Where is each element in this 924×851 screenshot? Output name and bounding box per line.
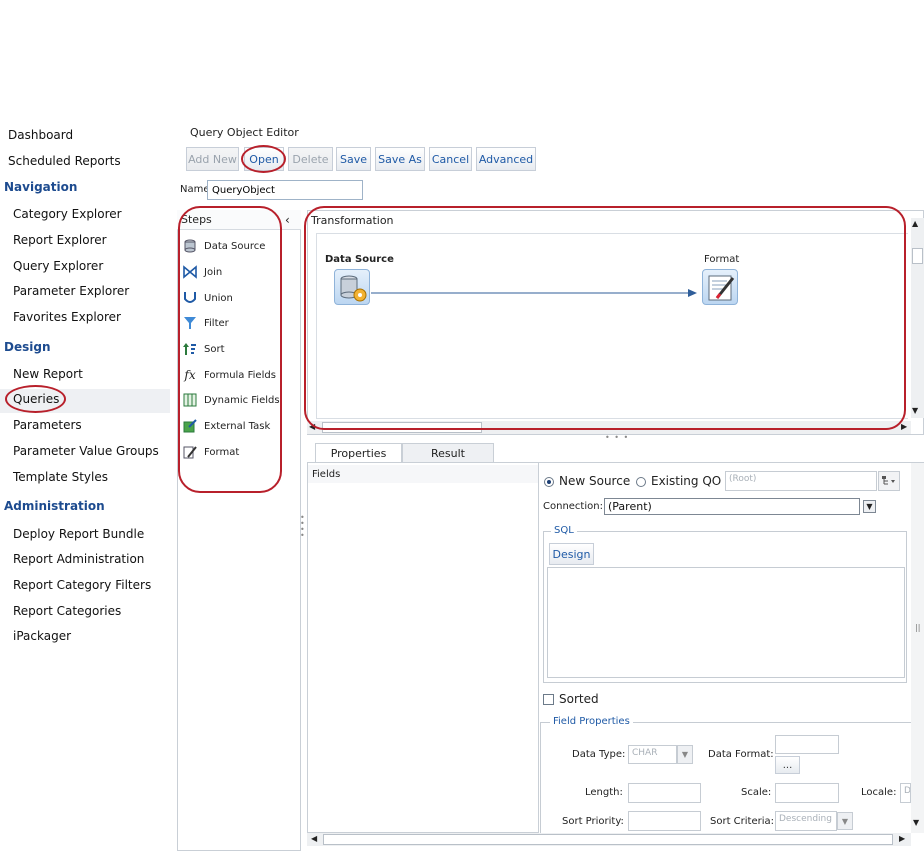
sort-criteria-dropdown-icon[interactable]: ▼ (837, 812, 853, 830)
scale-input[interactable] (775, 783, 839, 803)
tab-properties[interactable]: Properties (315, 443, 402, 463)
connection-dropdown-icon[interactable]: ▼ (863, 500, 876, 513)
data-type-select[interactable]: CHAR (628, 745, 677, 764)
scroll-right-icon-2[interactable]: ▶ (899, 834, 905, 843)
tree-picker-icon[interactable] (878, 471, 900, 491)
existing-qo-radio[interactable] (636, 477, 646, 487)
splitter-handle[interactable]: • • • (605, 433, 629, 442)
locale-label: Locale: (861, 787, 897, 798)
data-type-dropdown-icon[interactable]: ▼ (677, 745, 693, 764)
properties-hscrollbar[interactable]: ◀ ▶ (307, 833, 911, 846)
fields-pane (307, 463, 539, 833)
data-type-label: Data Type: (572, 749, 626, 760)
data-format-ellipsis-button[interactable]: ... (775, 756, 800, 774)
scroll-down-icon-2[interactable]: ▼ (913, 818, 919, 827)
scroll-down-icon[interactable]: ▼ (912, 406, 918, 415)
sql-legend: SQL (551, 525, 577, 536)
length-input[interactable] (628, 783, 701, 803)
scroll-grip-icon: || (915, 623, 921, 632)
fields-title: Fields (312, 469, 341, 480)
fields-header-bar (308, 465, 538, 483)
sorted-label: Sorted (559, 692, 599, 706)
new-source-radio[interactable] (544, 477, 554, 487)
connection-label: Connection: (543, 501, 603, 512)
hscroll-thumb[interactable] (322, 422, 482, 433)
scale-label: Scale: (741, 787, 772, 798)
locale-select[interactable]: De (900, 783, 911, 803)
field-properties-legend: Field Properties (550, 716, 633, 727)
root-selector[interactable]: (Root) (725, 471, 877, 491)
length-label: Length: (585, 787, 623, 798)
sorted-checkbox[interactable] (543, 694, 554, 705)
sort-priority-input[interactable] (628, 811, 701, 831)
properties-vscrollbar[interactable]: || ▼ (911, 463, 924, 833)
tab-result[interactable]: Result (402, 443, 494, 463)
sort-criteria-select[interactable]: Descending (775, 811, 837, 831)
existing-qo-label: Existing QO (651, 474, 722, 488)
connection-select[interactable]: (Parent) (604, 498, 860, 515)
sql-design-button[interactable]: Design (549, 543, 594, 565)
scroll-up-icon[interactable]: ▲ (912, 219, 918, 228)
transformation-vscrollbar[interactable]: ▲ ▼ (911, 218, 924, 418)
bottom-hscroll-thumb[interactable] (323, 834, 893, 845)
scroll-thumb[interactable] (912, 248, 923, 264)
sort-criteria-label: Sort Criteria: (710, 816, 775, 827)
vertical-splitter-handle[interactable]: • • • • (300, 514, 306, 540)
scroll-right-icon[interactable]: ▶ (901, 422, 907, 431)
sql-textarea[interactable] (547, 567, 905, 678)
scroll-left-icon[interactable]: ◀ (309, 422, 315, 431)
data-format-label: Data Format: (708, 749, 774, 760)
sort-priority-label: Sort Priority: (562, 816, 624, 827)
data-format-input[interactable] (775, 735, 839, 754)
scroll-left-icon-2[interactable]: ◀ (311, 834, 317, 843)
new-source-label: New Source (559, 474, 631, 488)
